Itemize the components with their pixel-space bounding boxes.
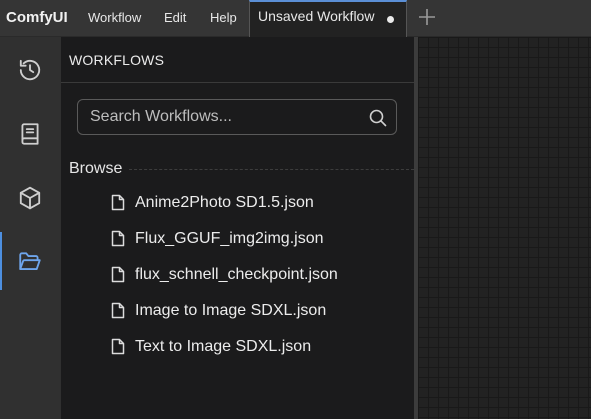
workflow-file-name: Flux_GGUF_img2img.json	[135, 230, 324, 247]
workflow-file-item[interactable]: Image to Image SDXL.json	[61, 293, 414, 329]
search-box	[77, 99, 397, 135]
menu-workflow[interactable]: Workflow	[88, 10, 141, 25]
tab-unsaved-workflow[interactable]: Unsaved Workflow	[249, 0, 407, 37]
panel-header: WORKFLOWS	[61, 37, 414, 83]
browse-divider	[129, 169, 414, 170]
panel-title: WORKFLOWS	[69, 52, 165, 68]
unsaved-dot-icon[interactable]	[387, 16, 394, 23]
workflow-file-item[interactable]: Anime2Photo SD1.5.json	[61, 185, 414, 221]
menu-help[interactable]: Help	[210, 10, 237, 25]
history-icon	[19, 59, 41, 81]
workflow-file-name: Text to Image SDXL.json	[135, 338, 312, 355]
workflow-file-item[interactable]: Flux_GGUF_img2img.json	[61, 221, 414, 257]
file-icon	[111, 302, 125, 319]
search-icon[interactable]	[369, 109, 387, 127]
workflow-file-item[interactable]: flux_schnell_checkpoint.json	[61, 257, 414, 293]
workflow-file-item[interactable]: Text to Image SDXL.json	[61, 329, 414, 365]
file-icon	[111, 338, 125, 355]
sidebar-rail	[0, 37, 61, 419]
browse-section-label: Browse	[69, 160, 123, 177]
workflow-file-name: Image to Image SDXL.json	[135, 302, 327, 319]
sidebar-item-node-library[interactable]	[0, 168, 61, 226]
workflow-file-name: Anime2Photo SD1.5.json	[135, 194, 314, 211]
plus-icon[interactable]	[418, 8, 436, 26]
book-icon	[21, 123, 39, 145]
workflows-panel: WORKFLOWS Browse Anime2Photo SD1.5.json …	[61, 37, 414, 419]
workflow-file-name: flux_schnell_checkpoint.json	[135, 266, 338, 283]
sidebar-item-model-library[interactable]	[0, 104, 61, 162]
folder-open-icon	[19, 252, 41, 270]
workflow-file-list: Anime2Photo SD1.5.json Flux_GGUF_img2img…	[61, 185, 414, 365]
menu-edit[interactable]: Edit	[164, 10, 186, 25]
app-logo[interactable]: ComfyUI	[6, 9, 68, 26]
cube-icon	[19, 186, 41, 210]
top-menu-bar: ComfyUI Workflow Edit Help Unsaved Workf…	[0, 0, 591, 37]
sidebar-item-queue-history[interactable]	[0, 40, 61, 98]
tab-label: Unsaved Workflow	[258, 8, 375, 24]
sidebar-item-workflows[interactable]	[0, 232, 61, 290]
search-input[interactable]	[78, 100, 358, 134]
graph-canvas[interactable]	[418, 37, 591, 419]
file-icon	[111, 266, 125, 283]
file-icon	[111, 230, 125, 247]
file-icon	[111, 194, 125, 211]
